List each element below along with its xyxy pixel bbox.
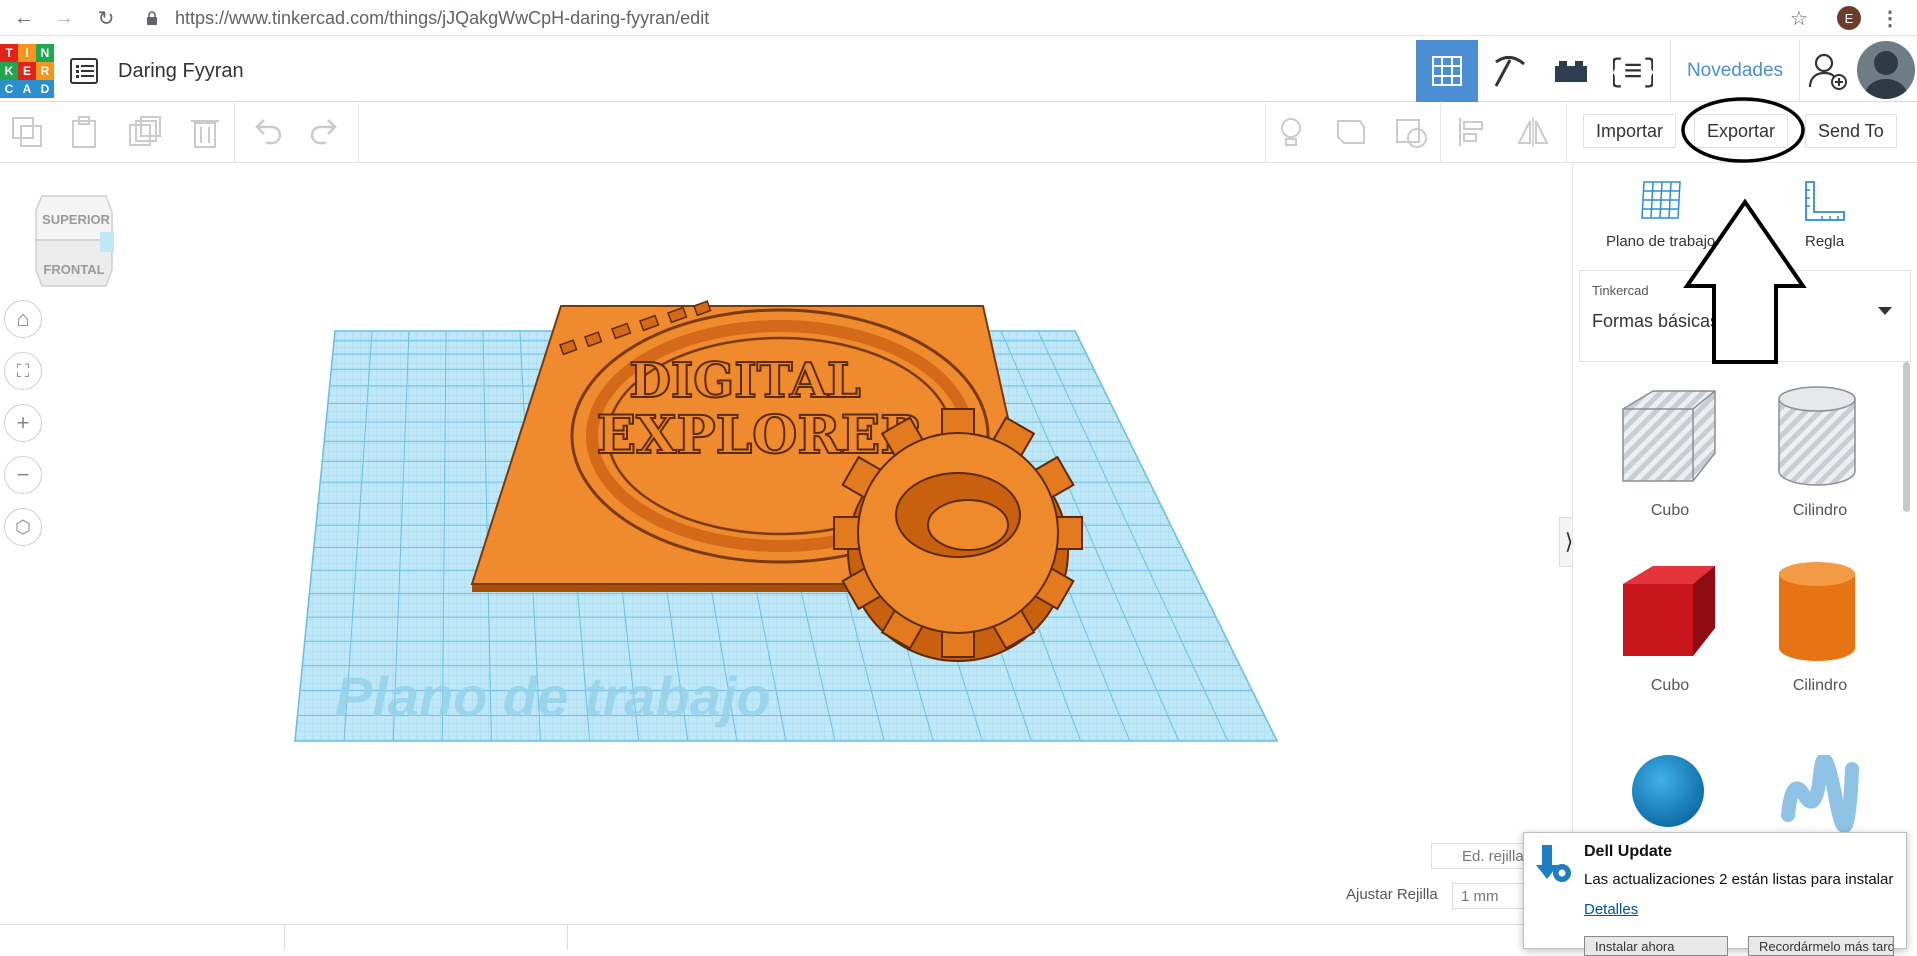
logo-letter: K bbox=[0, 62, 18, 80]
brick-icon bbox=[1555, 61, 1587, 82]
mirror-icon[interactable] bbox=[1516, 115, 1550, 149]
cube-solid-shape[interactable] bbox=[1615, 560, 1721, 666]
workplane-canvas[interactable]: Plano de trabajo DIGITAL EXPLORER bbox=[0, 163, 1572, 924]
install-now-button[interactable]: Instalar ahora bbox=[1584, 936, 1728, 956]
hole-shape-icon[interactable] bbox=[1394, 115, 1428, 149]
up-arrow-annotation bbox=[1683, 198, 1807, 364]
toolbar-divider bbox=[1440, 103, 1441, 163]
codeblocks-view-button[interactable]: {≡} bbox=[1602, 40, 1664, 102]
plus-icon: + bbox=[16, 410, 30, 435]
import-button[interactable]: Importar bbox=[1583, 114, 1677, 148]
fit-view-button[interactable]: ⛶ bbox=[4, 352, 42, 390]
viewcube-top-label: SUPERIOR bbox=[42, 212, 111, 227]
back-icon[interactable]: ← bbox=[12, 6, 36, 30]
add-user-icon bbox=[1808, 53, 1847, 90]
notification-message: Las actualizaciones 2 están listas para … bbox=[1584, 871, 1894, 888]
browser-toolbar: ← → ↻ https://www.tinkercad.com/things/j… bbox=[0, 0, 1917, 36]
logo-letter: I bbox=[18, 44, 36, 62]
dell-update-notification[interactable]: Dell Update Las actualizaciones 2 están … bbox=[1523, 832, 1907, 956]
design-title[interactable]: Daring Fyyran bbox=[118, 60, 244, 83]
toolbar-divider bbox=[1566, 103, 1567, 163]
bricks-view-button[interactable] bbox=[1540, 40, 1602, 102]
paste-icon[interactable] bbox=[68, 115, 102, 149]
copy-icon[interactable] bbox=[10, 115, 44, 149]
perspective-button[interactable]: ⬡ bbox=[4, 508, 42, 546]
logo-letter: N bbox=[36, 44, 54, 62]
panel-scrollbar[interactable] bbox=[1903, 362, 1910, 512]
logo-letter: A bbox=[18, 80, 36, 98]
details-link[interactable]: Detalles bbox=[1584, 901, 1638, 918]
minus-icon: − bbox=[16, 462, 30, 487]
add-user-button[interactable] bbox=[1800, 40, 1856, 102]
viewcube-front-label: FRONTAL bbox=[43, 262, 104, 277]
library-source: Tinkercad bbox=[1592, 283, 1649, 298]
cylinder-hole-shape[interactable] bbox=[1765, 385, 1871, 491]
novedades-link[interactable]: Novedades bbox=[1670, 40, 1800, 102]
redo-icon[interactable] bbox=[308, 115, 342, 149]
snap-grid-label: Ajustar Rejilla bbox=[1346, 886, 1438, 903]
logo-letter: R bbox=[36, 62, 54, 80]
home-icon: ⌂ bbox=[16, 306, 30, 331]
duplicate-icon[interactable] bbox=[128, 115, 162, 149]
logo-letter: E bbox=[18, 62, 36, 80]
delete-icon[interactable] bbox=[188, 115, 222, 149]
pickaxe-icon bbox=[1494, 56, 1525, 87]
profile-avatar[interactable]: E bbox=[1837, 6, 1861, 30]
zoom-in-button[interactable]: + bbox=[4, 404, 42, 442]
model-text-digital: DIGITAL bbox=[629, 353, 861, 409]
toolbar-divider bbox=[358, 103, 359, 163]
ruler-label[interactable]: Regla bbox=[1805, 233, 1844, 250]
reload-icon[interactable]: ↻ bbox=[94, 6, 118, 30]
logo-letter: T bbox=[0, 44, 18, 62]
code-braces-icon: {≡} bbox=[1613, 54, 1653, 89]
cube-hole-shape[interactable] bbox=[1615, 385, 1721, 491]
send-to-button[interactable]: Send To bbox=[1805, 114, 1897, 148]
user-avatar[interactable] bbox=[1857, 41, 1915, 99]
workplane-icon[interactable] bbox=[1640, 178, 1684, 222]
grid-icon bbox=[1432, 56, 1462, 86]
design-list-icon[interactable] bbox=[70, 58, 98, 84]
svg-text:{≡}: {≡} bbox=[1613, 54, 1653, 89]
home-view-button[interactable]: ⌂ bbox=[4, 300, 42, 338]
cylinder-solid-shape[interactable] bbox=[1765, 560, 1871, 666]
tinkercad-logo[interactable]: TINKERCAD bbox=[0, 44, 54, 98]
model-text-explorer: EXPLORER bbox=[596, 405, 924, 466]
align-icon[interactable] bbox=[1456, 115, 1490, 149]
sphere-shape[interactable] bbox=[1625, 748, 1711, 834]
dropdown-caret-icon bbox=[1878, 307, 1892, 315]
shape-label: Cilindro bbox=[1792, 677, 1848, 694]
shape-label: Cubo bbox=[1650, 677, 1690, 694]
shape-label: Cubo bbox=[1650, 502, 1690, 519]
remind-later-button[interactable]: Recordármelo más tarde bbox=[1748, 936, 1894, 956]
undo-icon[interactable] bbox=[250, 115, 284, 149]
view-cube[interactable]: SUPERIOR FRONTAL bbox=[34, 190, 118, 290]
scribble-shape[interactable] bbox=[1780, 755, 1860, 835]
3d-workspace[interactable]: Plano de trabajo DIGITAL EXPLORER bbox=[0, 163, 1572, 924]
notification-title: Dell Update bbox=[1584, 843, 1673, 860]
workplane-watermark: Plano de trabajo bbox=[335, 665, 771, 728]
logo-letter: D bbox=[36, 80, 54, 98]
zoom-out-button[interactable]: − bbox=[4, 456, 42, 494]
toolbar-divider bbox=[1265, 103, 1266, 163]
lightbulb-icon[interactable] bbox=[1274, 115, 1308, 149]
toolbar-divider bbox=[234, 103, 235, 163]
3d-design-view-button[interactable] bbox=[1416, 40, 1478, 102]
export-highlight-circle bbox=[1681, 97, 1805, 163]
blocks-view-button[interactable] bbox=[1478, 40, 1540, 102]
lock-icon bbox=[147, 11, 157, 25]
shape-label: Cilindro bbox=[1792, 502, 1848, 519]
logo-letter: C bbox=[0, 80, 18, 98]
avatar-silhouette-icon bbox=[1857, 41, 1915, 99]
dell-update-icon bbox=[1536, 845, 1571, 882]
star-icon[interactable]: ☆ bbox=[1787, 6, 1811, 30]
browser-menu-icon[interactable]: ⋮ bbox=[1878, 6, 1902, 30]
forward-icon[interactable]: → bbox=[52, 6, 76, 30]
fit-icon: ⛶ bbox=[16, 360, 30, 381]
solid-shape-icon[interactable] bbox=[1334, 115, 1368, 149]
address-bar[interactable]: https://www.tinkercad.com/things/jJQakgW… bbox=[175, 8, 709, 29]
taskbar bbox=[0, 924, 1523, 950]
cube-icon: ⬡ bbox=[15, 516, 31, 537]
